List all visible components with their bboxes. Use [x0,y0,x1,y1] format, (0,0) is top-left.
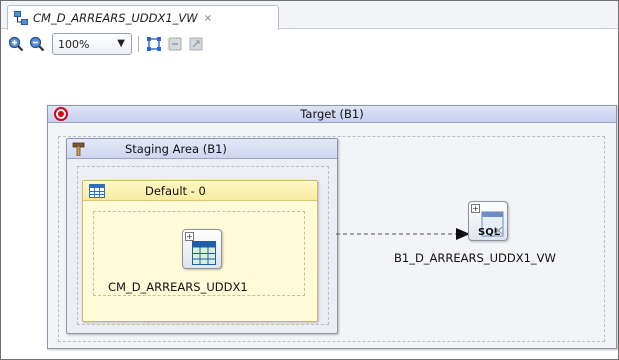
staging-title: Staging Area (B1) [125,142,227,156]
target-group[interactable]: Target (B1) Staging Area (B1) Default - … [47,105,617,349]
dataset-header: Default - 0 [83,181,317,201]
target-datastore-tile[interactable]: + SQL [468,201,508,241]
source-datastore-label: CM_D_ARREARS_UDDX1 [108,280,248,294]
zoom-in-icon[interactable] [7,35,25,53]
tab-mapping[interactable]: CM_D_ARREARS_UDDX1_VW × [7,5,279,30]
dataset-table-icon [89,184,105,198]
target-title: Target (B1) [300,107,364,121]
dataset-title: Default - 0 [145,184,206,198]
tab-strip: CM_D_ARREARS_UDDX1_VW × [1,1,618,30]
tab-title: CM_D_ARREARS_UDDX1_VW [33,11,198,25]
sql-view-icon: SQL [478,211,504,238]
target-header: Target (B1) [48,106,616,123]
zoom-out-icon[interactable] [28,35,46,53]
zoom-select[interactable]: 100% ▼ [52,33,132,55]
flow-connector [336,228,470,240]
fit-to-window-icon[interactable] [145,35,163,53]
expand-icon[interactable] [187,35,205,53]
diagram-canvas[interactable]: Target (B1) Staging Area (B1) Default - … [1,59,618,359]
table-icon [192,241,216,265]
source-datastore-tile[interactable]: + [182,229,222,269]
expand-plus-icon[interactable]: + [185,232,194,241]
target-datastore-label: B1_D_ARREARS_UDDX1_VW [394,251,556,265]
close-icon[interactable]: × [204,13,212,24]
diagram-toolbar: 100% ▼ [1,30,618,58]
staging-header: Staging Area (B1) [67,139,337,159]
dataset-group[interactable]: Default - 0 + CM_D_ARREARS_UDDX1 [82,180,318,322]
hammer-icon [72,142,85,156]
chevron-down-icon: ▼ [117,38,125,49]
zoom-value: 100% [58,37,90,51]
mapping-icon [14,11,28,25]
collapse-icon[interactable] [166,35,184,53]
editor-window: CM_D_ARREARS_UDDX1_VW × 100% ▼ Target (B… [0,0,619,360]
toolbar-separator [138,36,139,52]
